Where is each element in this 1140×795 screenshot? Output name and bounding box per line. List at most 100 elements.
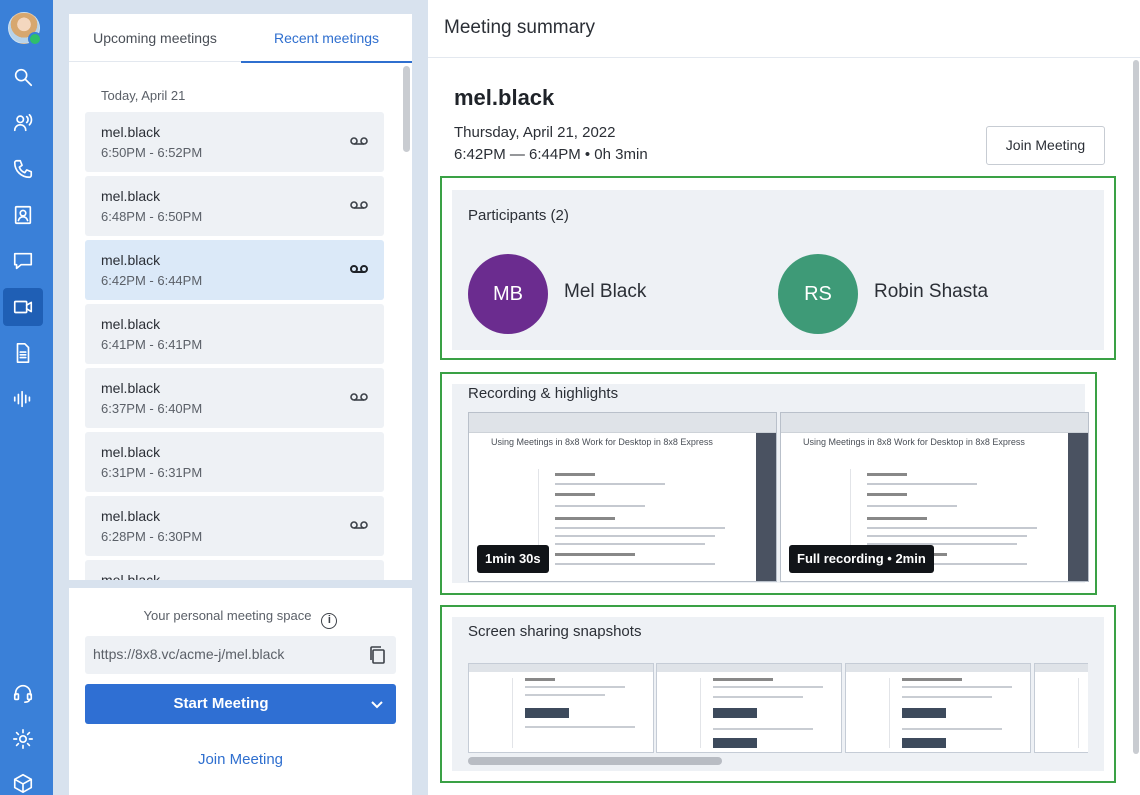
rail-phone-button[interactable]: [3, 150, 43, 188]
meeting-name: mel.black: [101, 316, 161, 332]
status-online-icon: [28, 32, 42, 46]
duration-badge: 1min 30s: [477, 545, 549, 573]
meeting-time: 6:41PM - 6:41PM: [101, 337, 203, 352]
video-ui-snippet: [902, 738, 946, 748]
participant-strip: [756, 433, 776, 581]
meeting-list-item[interactable]: mel.black 6:48PM - 6:50PM: [85, 176, 384, 236]
rail-directory-button[interactable]: [3, 196, 43, 234]
rail-contacts-button[interactable]: [3, 104, 43, 142]
recording-thumbnail[interactable]: Using Meetings in 8x8 Work for Desktop i…: [468, 412, 777, 582]
search-icon: [14, 68, 33, 87]
snapshots-section: Screen sharing snapshots: [440, 605, 1116, 783]
meeting-time: 6:48PM - 6:50PM: [101, 209, 203, 224]
tab-upcoming-meetings[interactable]: Upcoming meetings: [69, 14, 241, 62]
browser-bar: [469, 413, 776, 433]
recording-doc-title: Using Meetings in 8x8 Work for Desktop i…: [491, 437, 713, 447]
start-meeting-button[interactable]: Start Meeting: [85, 684, 396, 724]
video-ui-snippet: [902, 708, 946, 718]
join-meeting-link[interactable]: Join Meeting: [69, 751, 412, 768]
user-avatar[interactable]: [8, 12, 42, 46]
snapshots-title: Screen sharing snapshots: [468, 623, 642, 640]
rail-apps-button[interactable]: [3, 764, 43, 795]
personal-space-label-text: Your personal meeting space: [143, 608, 312, 623]
contacts-icon: [13, 113, 33, 132]
rail-settings-button[interactable]: [3, 720, 43, 758]
video-ui-snippet: [713, 708, 757, 718]
chat-icon: [13, 252, 33, 270]
personal-meeting-space: Your personal meeting space i https://8x8…: [69, 588, 412, 795]
list-scrollbar[interactable]: [400, 62, 412, 580]
copy-icon[interactable]: [368, 645, 386, 665]
box-icon: [13, 773, 33, 793]
snapshot-thumbnail[interactable]: [1034, 663, 1088, 753]
meeting-time: 6:31PM - 6:31PM: [101, 465, 203, 480]
meeting-list-item[interactable]: mel.black 6:31PM - 6:31PM: [85, 432, 384, 492]
meeting-list-item[interactable]: mel.black 6:28PM - 6:30PM: [85, 496, 384, 556]
rail-voicemail-button[interactable]: [3, 380, 43, 418]
personal-space-label: Your personal meeting space i: [69, 608, 412, 629]
info-icon[interactable]: i: [321, 613, 338, 629]
browser-bar: [1035, 664, 1088, 672]
meeting-title: mel.black: [454, 85, 555, 110]
day-label: Today, April 21: [101, 88, 186, 103]
voicemail-wave-icon: [13, 390, 31, 408]
doc-toc: [491, 469, 539, 549]
meeting-time: 6:50PM - 6:52PM: [101, 145, 203, 160]
meeting-name: mel.black: [101, 188, 161, 204]
snapshot-thumbnail[interactable]: [468, 663, 654, 753]
browser-bar: [657, 664, 841, 672]
summary-header-title: Meeting summary: [444, 17, 595, 38]
voicemail-icon: [350, 521, 368, 529]
rail-support-button[interactable]: [3, 674, 43, 712]
snapshot-thumbnail[interactable]: [845, 663, 1031, 753]
browser-bar: [781, 413, 1088, 433]
doc-toc: [803, 469, 851, 549]
recording-section: Recording & highlights Using Meetings in…: [440, 372, 1097, 595]
doc-toc: [852, 678, 890, 748]
list-scrollbar-thumb[interactable]: [403, 66, 410, 152]
meetings-list: Today, April 21 mel.black 6:50PM - 6:52P…: [69, 62, 412, 580]
rail-documents-button[interactable]: [3, 334, 43, 372]
meeting-list-item[interactable]: mel.black 6:41PM - 6:41PM: [85, 304, 384, 364]
browser-bar: [469, 664, 653, 672]
doc-toc: [475, 678, 513, 748]
start-meeting-label: Start Meeting: [173, 695, 269, 712]
doc-toc: [1041, 678, 1079, 748]
snapshots-card: Screen sharing snapshots: [452, 617, 1104, 771]
rail-chat-button[interactable]: [3, 242, 43, 280]
personal-link-field[interactable]: https://8x8.vc/acme-j/mel.black: [85, 636, 396, 674]
doc-toc: [663, 678, 701, 748]
join-meeting-button[interactable]: Join Meeting: [986, 126, 1105, 165]
meeting-date: Thursday, April 21, 2022: [454, 124, 616, 141]
meeting-time-range: 6:42PM — 6:44PM • 0h 3min: [454, 146, 648, 163]
meeting-list-item[interactable]: mel.black 6:50PM - 6:52PM: [85, 112, 384, 172]
rail-meetings-button[interactable]: [3, 288, 43, 326]
meeting-list-item[interactable]: mel.black: [85, 560, 384, 580]
recording-title: Recording & highlights: [468, 385, 619, 402]
tab-recent-meetings[interactable]: Recent meetings: [241, 14, 412, 63]
recording-card: Recording & highlights Using Meetings in…: [452, 384, 1089, 583]
voicemail-icon: [350, 201, 368, 209]
voicemail-icon: [350, 265, 368, 273]
recording-doc-title: Using Meetings in 8x8 Work for Desktop i…: [803, 437, 1025, 447]
meeting-name: mel.black: [101, 252, 161, 268]
video-ui-snippet: [525, 708, 569, 718]
chevron-down-icon[interactable]: [370, 697, 384, 711]
summary-scrollbar[interactable]: [1131, 60, 1140, 795]
meeting-time: 6:37PM - 6:40PM: [101, 401, 203, 416]
meeting-time: 6:28PM - 6:30PM: [101, 529, 203, 544]
personal-link-text: https://8x8.vc/acme-j/mel.black: [93, 646, 285, 662]
summary-header: Meeting summary: [428, 0, 1140, 58]
participant-avatar: MB: [468, 254, 548, 334]
rail-search-button[interactable]: [3, 58, 43, 96]
recording-thumbnail[interactable]: Using Meetings in 8x8 Work for Desktop i…: [780, 412, 1089, 582]
summary-scrollbar-thumb[interactable]: [1133, 60, 1139, 754]
snapshot-thumbnail[interactable]: [656, 663, 842, 753]
voicemail-icon: [350, 393, 368, 401]
snapshots-scrollbar[interactable]: [468, 757, 722, 765]
settings-icon: [13, 729, 33, 749]
meeting-list-item[interactable]: mel.black 6:37PM - 6:40PM: [85, 368, 384, 428]
meetings-panel: Upcoming meetings Recent meetings Today,…: [69, 14, 412, 580]
browser-bar: [846, 664, 1030, 672]
meeting-list-item-selected[interactable]: mel.black 6:42PM - 6:44PM: [85, 240, 384, 300]
